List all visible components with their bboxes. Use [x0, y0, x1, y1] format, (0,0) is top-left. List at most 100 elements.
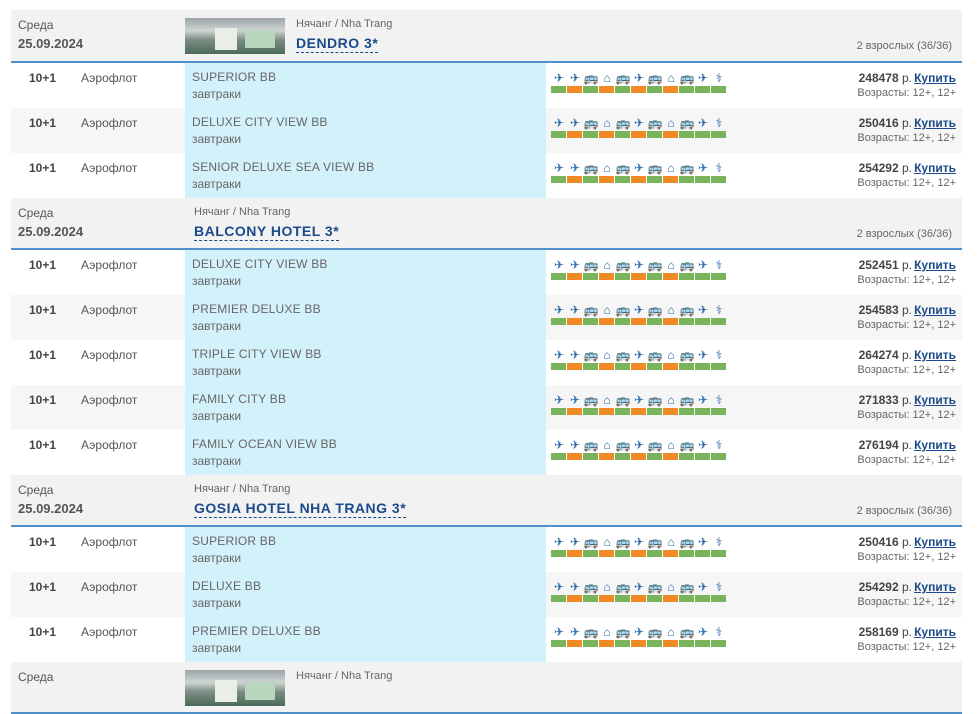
service-status[interactable]: ⚕ [711, 348, 727, 374]
service-status[interactable]: ⌂ [599, 625, 615, 651]
buy-link[interactable]: Купить [914, 161, 956, 175]
service-status[interactable]: ⌂ [599, 303, 615, 329]
buy-link[interactable]: Купить [914, 438, 956, 452]
service-status[interactable]: ✈ [631, 116, 647, 142]
service-status[interactable]: ✈ [695, 258, 711, 284]
service-status[interactable]: 🚌 [583, 348, 599, 374]
service-status[interactable]: ✈ [567, 438, 583, 464]
service-status[interactable]: ✈ [695, 535, 711, 561]
service-status[interactable]: ✈ [551, 71, 567, 97]
service-status[interactable]: 🚌 [679, 625, 695, 651]
service-status[interactable]: 🚌 [583, 258, 599, 284]
service-status[interactable]: 🚌 [679, 393, 695, 419]
service-status[interactable]: ✈ [551, 161, 567, 187]
service-status[interactable]: ⌂ [599, 258, 615, 284]
service-status[interactable]: ⌂ [599, 535, 615, 561]
service-status[interactable]: ✈ [551, 258, 567, 284]
service-status[interactable]: 🚌 [647, 625, 663, 651]
service-status[interactable]: ⌂ [663, 348, 679, 374]
service-status[interactable]: ⌂ [663, 161, 679, 187]
service-status[interactable]: ⌂ [599, 438, 615, 464]
service-status[interactable]: ✈ [631, 625, 647, 651]
service-status[interactable]: 🚌 [583, 303, 599, 329]
service-status[interactable]: 🚌 [647, 393, 663, 419]
service-status[interactable]: ✈ [631, 580, 647, 606]
service-status[interactable]: ⚕ [711, 625, 727, 651]
service-status[interactable]: ✈ [551, 348, 567, 374]
service-status[interactable]: ✈ [567, 71, 583, 97]
service-status[interactable]: 🚌 [583, 161, 599, 187]
service-status[interactable]: 🚌 [679, 161, 695, 187]
buy-link[interactable]: Купить [914, 258, 956, 272]
service-status[interactable]: 🚌 [615, 161, 631, 187]
service-status[interactable]: ✈ [567, 348, 583, 374]
service-status[interactable]: 🚌 [679, 348, 695, 374]
service-status[interactable]: ✈ [567, 161, 583, 187]
service-status[interactable]: ⚕ [711, 116, 727, 142]
service-status[interactable]: 🚌 [583, 71, 599, 97]
service-status[interactable]: 🚌 [583, 580, 599, 606]
hotel-name-link[interactable]: BALCONY HOTEL 3* [194, 222, 340, 241]
service-status[interactable]: 🚌 [679, 258, 695, 284]
service-status[interactable]: 🚌 [679, 438, 695, 464]
service-status[interactable]: ⌂ [599, 348, 615, 374]
service-status[interactable]: ⚕ [711, 71, 727, 97]
service-status[interactable]: ✈ [695, 393, 711, 419]
service-status[interactable]: 🚌 [679, 580, 695, 606]
hotel-photo[interactable] [185, 18, 285, 54]
service-status[interactable]: 🚌 [647, 161, 663, 187]
hotel-name-link[interactable]: DENDRO 3* [296, 34, 379, 53]
service-status[interactable]: 🚌 [615, 438, 631, 464]
service-status[interactable]: ✈ [567, 393, 583, 419]
service-status[interactable]: ✈ [631, 438, 647, 464]
hotel-name-link[interactable]: GOSIA HOTEL NHA TRANG 3* [194, 499, 407, 518]
service-status[interactable]: ✈ [567, 116, 583, 142]
service-status[interactable]: ✈ [551, 580, 567, 606]
service-status[interactable]: ⌂ [599, 161, 615, 187]
service-status[interactable]: ⌂ [599, 393, 615, 419]
buy-link[interactable]: Купить [914, 303, 956, 317]
service-status[interactable]: ⌂ [663, 303, 679, 329]
service-status[interactable]: ⚕ [711, 161, 727, 187]
service-status[interactable]: ⚕ [711, 438, 727, 464]
service-status[interactable]: ✈ [551, 116, 567, 142]
service-status[interactable]: ✈ [631, 348, 647, 374]
service-status[interactable]: ✈ [567, 580, 583, 606]
service-status[interactable]: 🚌 [647, 580, 663, 606]
service-status[interactable]: ✈ [551, 438, 567, 464]
service-status[interactable]: ✈ [631, 393, 647, 419]
service-status[interactable]: ✈ [551, 303, 567, 329]
service-status[interactable]: 🚌 [615, 303, 631, 329]
service-status[interactable]: 🚌 [583, 535, 599, 561]
service-status[interactable]: ✈ [695, 161, 711, 187]
service-status[interactable]: ✈ [551, 535, 567, 561]
service-status[interactable]: ✈ [631, 71, 647, 97]
buy-link[interactable]: Купить [914, 116, 956, 130]
service-status[interactable]: ✈ [695, 116, 711, 142]
buy-link[interactable]: Купить [914, 535, 956, 549]
service-status[interactable]: ✈ [567, 303, 583, 329]
buy-link[interactable]: Купить [914, 625, 956, 639]
service-status[interactable]: 🚌 [615, 393, 631, 419]
service-status[interactable]: ⚕ [711, 258, 727, 284]
service-status[interactable]: ✈ [631, 535, 647, 561]
service-status[interactable]: ✈ [631, 303, 647, 329]
service-status[interactable]: ⌂ [599, 580, 615, 606]
service-status[interactable]: ✈ [631, 258, 647, 284]
service-status[interactable]: ⚕ [711, 535, 727, 561]
service-status[interactable]: ✈ [695, 580, 711, 606]
service-status[interactable]: ⌂ [663, 625, 679, 651]
service-status[interactable]: 🚌 [615, 71, 631, 97]
service-status[interactable]: ✈ [551, 625, 567, 651]
service-status[interactable]: 🚌 [615, 258, 631, 284]
buy-link[interactable]: Купить [914, 580, 956, 594]
service-status[interactable]: 🚌 [583, 438, 599, 464]
service-status[interactable]: 🚌 [679, 303, 695, 329]
service-status[interactable]: ✈ [695, 438, 711, 464]
service-status[interactable]: ✈ [695, 348, 711, 374]
service-status[interactable]: ⌂ [663, 438, 679, 464]
service-status[interactable]: 🚌 [583, 116, 599, 142]
service-status[interactable]: 🚌 [615, 116, 631, 142]
service-status[interactable]: 🚌 [615, 348, 631, 374]
service-status[interactable]: 🚌 [583, 625, 599, 651]
